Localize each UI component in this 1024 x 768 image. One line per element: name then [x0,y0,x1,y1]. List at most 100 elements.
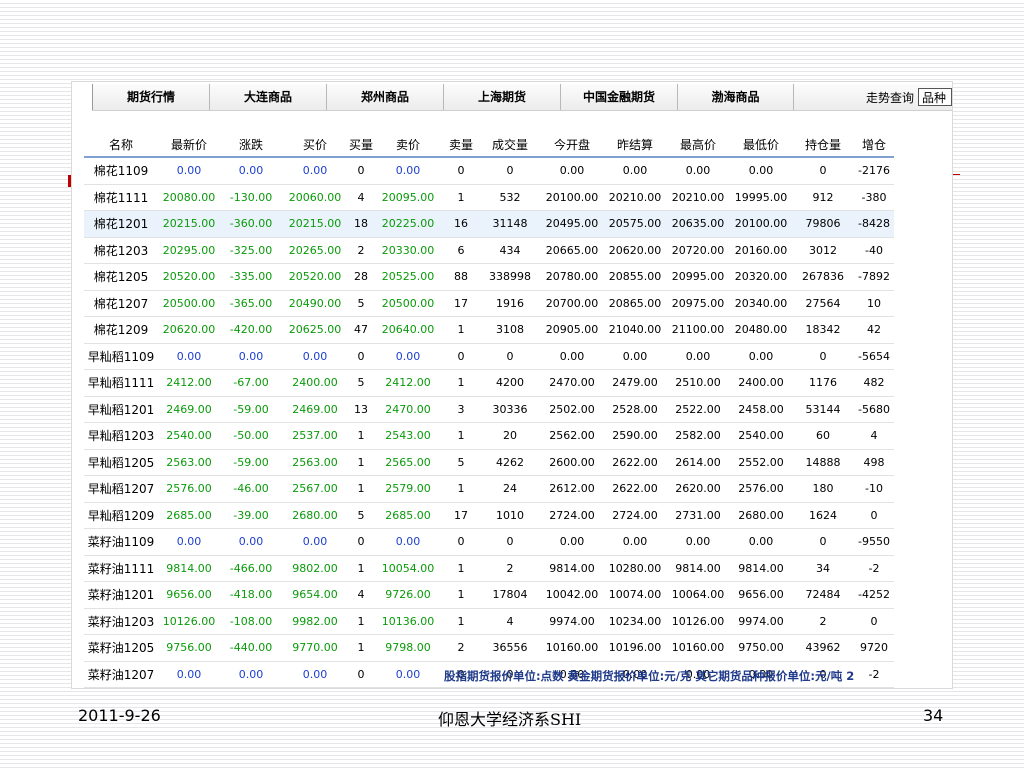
table-row[interactable]: 菜籽油1203 10126.00 -108.00 9982.00 1 10136.00 1 4… [84,608,894,635]
table-row[interactable]: 菜籽油1109 0.00 0.00 0.00 0 0.00 0 0 0.00 0.00 0.00 0.… [84,528,894,556]
table-cell: 0.00 [282,343,348,370]
table-cell: -335.00 [220,263,282,291]
table-cell: 4262 [480,449,540,476]
table-cell: -418.00 [220,581,282,609]
table-row[interactable]: 棉花1111 20080.00 -130.00 20060.00 4 20095.00 1 5… [84,184,894,211]
table-cell: 5 [348,502,374,529]
table-cell: 2458.00 [730,396,792,423]
table-cell: -5680 [854,396,894,423]
table-cell: 1 [442,369,480,397]
table-row[interactable]: 菜籽油1111 9814.00 -466.00 9802.00 1 10054.00 1 2 9… [84,555,894,582]
table-cell: 1624 [792,502,854,529]
table-cell: 20975.00 [666,290,730,317]
table-cell: 0.00 [158,528,220,556]
market-tab-bar: 期货行情 大连商品 郑州商品 上海期货 中国金融期货 渤海商品 走势查询 品种 [92,84,952,111]
tab-bohai-commodities[interactable]: 渤海商品 [677,84,794,110]
table-cell: 28 [348,263,374,291]
tab-futures-quotes[interactable]: 期货行情 [92,84,209,110]
table-cell: -466.00 [220,555,282,582]
table-cell: 2 [480,555,540,582]
table-cell: 2622.00 [604,449,666,476]
table-cell: 20520.00 [282,263,348,291]
column-header[interactable]: 最新价 [158,132,220,158]
table-cell: 2680.00 [282,502,348,529]
table-row[interactable]: 棉花1209 20620.00 -420.00 20625.00 47 20640.00 1… [84,316,894,344]
table-row[interactable]: 棉花1201 20215.00 -360.00 20215.00 18 20225.00 1… [84,210,894,238]
table-cell: 10 [854,290,894,317]
table-cell: 0.00 [730,157,792,185]
table-cell: 88 [442,263,480,291]
column-header[interactable]: 卖量 [442,132,480,158]
table-cell: 9814.00 [730,555,792,582]
table-cell: -39.00 [220,502,282,529]
table-cell: 9720 [854,634,894,662]
column-header[interactable]: 成交量 [480,132,540,158]
table-cell: 10136.00 [374,608,442,635]
column-header[interactable]: 最低价 [730,132,792,158]
table-cell: 0.00 [540,157,604,185]
table-cell: 2590.00 [604,422,666,450]
table-row[interactable]: 早籼稻1207 2576.00 -46.00 2567.00 1 2579.00 1 24 26… [84,475,894,503]
contract-name-cell: 早籼稻1205 [84,449,158,476]
tab-shanghai-futures[interactable]: 上海期货 [443,84,560,110]
contract-name-cell: 菜籽油1109 [84,528,158,556]
quotes-panel: 期货行情 大连商品 郑州商品 上海期货 中国金融期货 渤海商品 走势查询 品种 … [72,82,952,688]
contract-name-cell: 早籼稻1109 [84,343,158,370]
table-cell: 20500.00 [374,290,442,317]
column-header[interactable]: 买价 [282,132,348,158]
column-header[interactable]: 昨结算 [604,132,666,158]
table-cell: 20780.00 [540,263,604,291]
table-cell: 9656.00 [158,581,220,609]
table-cell: 1 [348,422,374,450]
tab-dalian-commodities[interactable]: 大连商品 [209,84,326,110]
table-cell: -59.00 [220,449,282,476]
table-cell: -8428 [854,210,894,238]
table-cell: 47 [348,316,374,344]
column-header[interactable]: 持仓量 [792,132,854,158]
contract-name-cell: 早籼稻1207 [84,475,158,503]
table-cell: 9814.00 [666,555,730,582]
table-cell: -7892 [854,263,894,291]
column-header[interactable]: 增仓 [854,132,894,158]
table-row[interactable]: 菜籽油1201 9656.00 -418.00 9654.00 4 9726.00 1 178… [84,581,894,609]
table-row[interactable]: 菜籽油1205 9756.00 -440.00 9770.00 1 9798.00 2 365… [84,634,894,662]
table-cell: 20100.00 [730,210,792,238]
table-cell: 10196.00 [604,634,666,662]
table-cell: 17 [442,502,480,529]
table-cell: 0 [792,157,854,185]
tab-cffex[interactable]: 中国金融期货 [560,84,677,110]
table-row[interactable]: 早籼稻1111 2412.00 -67.00 2400.00 5 2412.00 1 4200… [84,369,894,397]
table-cell: 2724.00 [604,502,666,529]
table-cell: 338998 [480,263,540,291]
table-row[interactable]: 早籼稻1205 2563.00 -59.00 2563.00 1 2565.00 5 4262… [84,449,894,476]
column-header[interactable]: 最高价 [666,132,730,158]
table-row[interactable]: 棉花1207 20500.00 -365.00 20490.00 5 20500.00 17… [84,290,894,317]
column-header[interactable]: 今开盘 [540,132,604,158]
table-row[interactable]: 早籼稻1209 2685.00 -39.00 2680.00 5 2685.00 17 101… [84,502,894,529]
table-cell: 20160.00 [730,237,792,264]
footer-date: 2011-9-26 [78,706,161,725]
column-header[interactable]: 买量 [348,132,374,158]
table-cell: -67.00 [220,369,282,397]
table-cell: 2680.00 [730,502,792,529]
variety-select[interactable]: 品种 [918,88,952,106]
table-row[interactable]: 早籼稻1109 0.00 0.00 0.00 0 0.00 0 0 0.00 0.00 0.00 0.… [84,343,894,370]
table-cell: 10234.00 [604,608,666,635]
table-cell: 20665.00 [540,237,604,264]
table-row[interactable]: 棉花1205 20520.00 -335.00 20520.00 28 20525.00 8… [84,263,894,291]
column-header[interactable]: 卖价 [374,132,442,158]
table-cell: 9974.00 [540,608,604,635]
table-cell: 2576.00 [158,475,220,503]
column-header[interactable]: 名称 [84,132,158,158]
table-cell: -365.00 [220,290,282,317]
table-row[interactable]: 棉花1109 0.00 0.00 0.00 0 0.00 0 0 0.00 0.00 0.00 0.0… [84,157,894,185]
table-cell: 0.00 [730,343,792,370]
tab-zhengzhou-commodities[interactable]: 郑州商品 [326,84,443,110]
table-row[interactable]: 早籼稻1201 2469.00 -59.00 2469.00 13 2470.00 3 303… [84,396,894,423]
trend-query-label[interactable]: 走势查询 [866,89,914,106]
table-cell: 20210.00 [666,184,730,211]
table-row[interactable]: 早籼稻1203 2540.00 -50.00 2537.00 1 2543.00 1 20 25… [84,422,894,450]
column-header[interactable]: 涨跌 [220,132,282,158]
table-row[interactable]: 棉花1203 20295.00 -325.00 20265.00 2 20330.00 6 4… [84,237,894,264]
table-cell: 2685.00 [374,502,442,529]
